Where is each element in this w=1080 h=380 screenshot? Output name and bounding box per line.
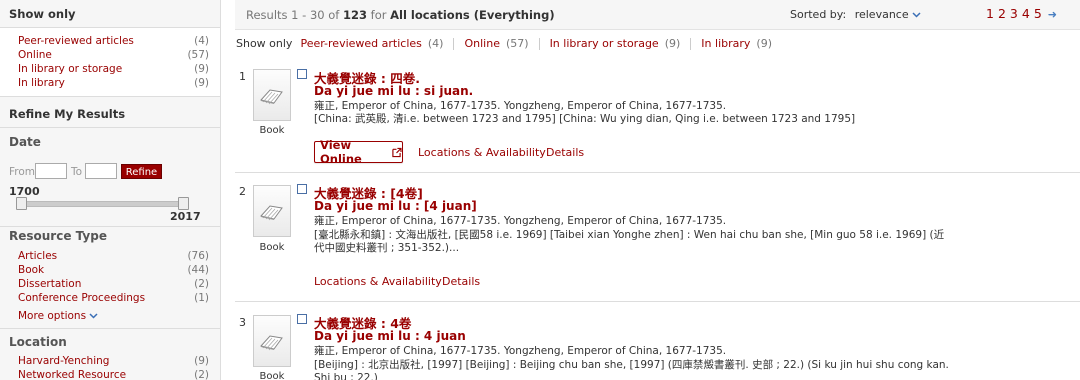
pagination: 1 2 3 4 5 ➜ (986, 6, 1061, 21)
filter-in-library[interactable]: In library (701, 37, 750, 50)
filter-online[interactable]: Online (464, 37, 499, 50)
facet-book[interactable]: Book (44) (18, 263, 209, 277)
date-to-input[interactable] (85, 163, 117, 179)
result-checkbox[interactable] (297, 314, 307, 324)
show-only-bar: Show only Peer-reviewed articles (4) Onl… (236, 37, 772, 50)
author-line: 雍正, Emperor of China, 1677-1735. Yongzhe… (314, 215, 727, 227)
format-label: Book (259, 371, 285, 380)
book-icon (260, 205, 283, 221)
date-refine-button[interactable]: Refine (121, 164, 162, 179)
from-label: From (9, 166, 36, 178)
book-thumbnail[interactable] (253, 69, 291, 121)
chevron-down-icon (912, 12, 921, 18)
sort-select[interactable]: relevance (855, 8, 909, 21)
external-link-icon (392, 147, 402, 157)
book-thumbnail[interactable] (253, 315, 291, 367)
sidebar: Show only Peer-reviewed articles (4) Onl… (0, 0, 221, 380)
details-link[interactable]: Details (546, 146, 584, 159)
publication-line-cont: 代中國史料叢刊 ; 351-352.)... (314, 242, 460, 254)
location-title: Location (9, 335, 67, 349)
book-icon (260, 89, 283, 105)
publication-line-cont: Shi bu ; 22.) (314, 372, 378, 380)
page-4[interactable]: 4 (1022, 6, 1031, 21)
filter-peer-reviewed[interactable]: Peer-reviewed articles (300, 37, 421, 50)
date-max: 2017 (170, 210, 201, 223)
result-checkbox[interactable] (297, 184, 307, 194)
result-number: 3 (239, 316, 246, 329)
sort-control[interactable]: Sorted by: relevance (790, 8, 921, 21)
book-icon (260, 335, 283, 351)
title-romanized[interactable]: Da yi jue mi lu : si juan. (314, 84, 473, 98)
refine-title: Refine My Results (9, 107, 126, 121)
date-slider-max-handle[interactable] (178, 197, 189, 210)
locations-availability-link[interactable]: Locations & Availability (314, 275, 442, 288)
to-label: To (71, 166, 83, 178)
book-thumbnail[interactable] (253, 185, 291, 237)
more-options-link[interactable]: More options (18, 310, 98, 322)
title-romanized[interactable]: Da yi jue mi lu : [4 juan] (314, 199, 477, 213)
result-checkbox[interactable] (297, 69, 307, 79)
date-slider-track[interactable] (18, 201, 185, 207)
results-topbar: Results 1 - 30 of 123 for All locations … (235, 0, 1080, 30)
date-from-input[interactable] (35, 163, 67, 179)
show-only-title: Show only (9, 7, 76, 21)
publication-line: [臺北縣永和鎮] : 文海出版社, [民國58 i.e. 1969] [Taib… (314, 229, 945, 241)
resource-type-title: Resource Type (9, 229, 107, 243)
facet-in-library-or-storage[interactable]: In library or storage (9) (18, 62, 209, 76)
view-online-button[interactable]: View Online (314, 138, 403, 166)
author-line: 雍正, Emperor of China, 1677-1735. Yongzhe… (314, 345, 727, 357)
facet-articles[interactable]: Articles (76) (18, 249, 209, 263)
page-1[interactable]: 1 (986, 6, 995, 21)
results-summary: Results 1 - 30 of 123 for All locations … (246, 8, 555, 22)
details-link[interactable]: Details (442, 275, 480, 288)
facet-online[interactable]: Online (57) (18, 48, 209, 62)
facet-dissertation[interactable]: Dissertation (2) (18, 277, 209, 291)
page-3[interactable]: 3 (1010, 6, 1019, 21)
title-romanized[interactable]: Da yi jue mi lu : 4 juan (314, 329, 466, 343)
format-label: Book (259, 242, 285, 253)
page-5[interactable]: 5 (1034, 6, 1043, 21)
date-slider-min-handle[interactable] (16, 197, 27, 210)
author-line: 雍正, Emperor of China, 1677-1735. Yongzhe… (314, 100, 727, 112)
format-label: Book (259, 125, 285, 136)
publication-line: [Beijing] : 北京出版社, [1997] [Beijing] : Be… (314, 359, 949, 371)
chevron-down-icon (89, 313, 98, 319)
filter-in-library-or-storage[interactable]: In library or storage (550, 37, 659, 50)
page-2[interactable]: 2 (998, 6, 1007, 21)
result-number: 1 (239, 70, 246, 83)
publication-line: [China: 武英殿, 清i.e. between 1723 and 1795… (314, 113, 856, 125)
facet-peer-reviewed[interactable]: Peer-reviewed articles (4) (18, 34, 209, 48)
facet-conference-proceedings[interactable]: Conference Proceedings (1) (18, 291, 209, 305)
facet-networked-resource[interactable]: Networked Resource (2) (18, 368, 209, 380)
results-main: Results 1 - 30 of 123 for All locations … (235, 0, 1080, 380)
facet-in-library[interactable]: In library (9) (18, 76, 209, 90)
date-title: Date (9, 135, 41, 149)
locations-availability-link[interactable]: Locations & Availability (418, 146, 546, 159)
result-number: 2 (239, 185, 246, 198)
next-page-arrow-icon[interactable]: ➜ (1048, 8, 1058, 21)
facet-harvard-yenching[interactable]: Harvard-Yenching (9) (18, 354, 209, 368)
